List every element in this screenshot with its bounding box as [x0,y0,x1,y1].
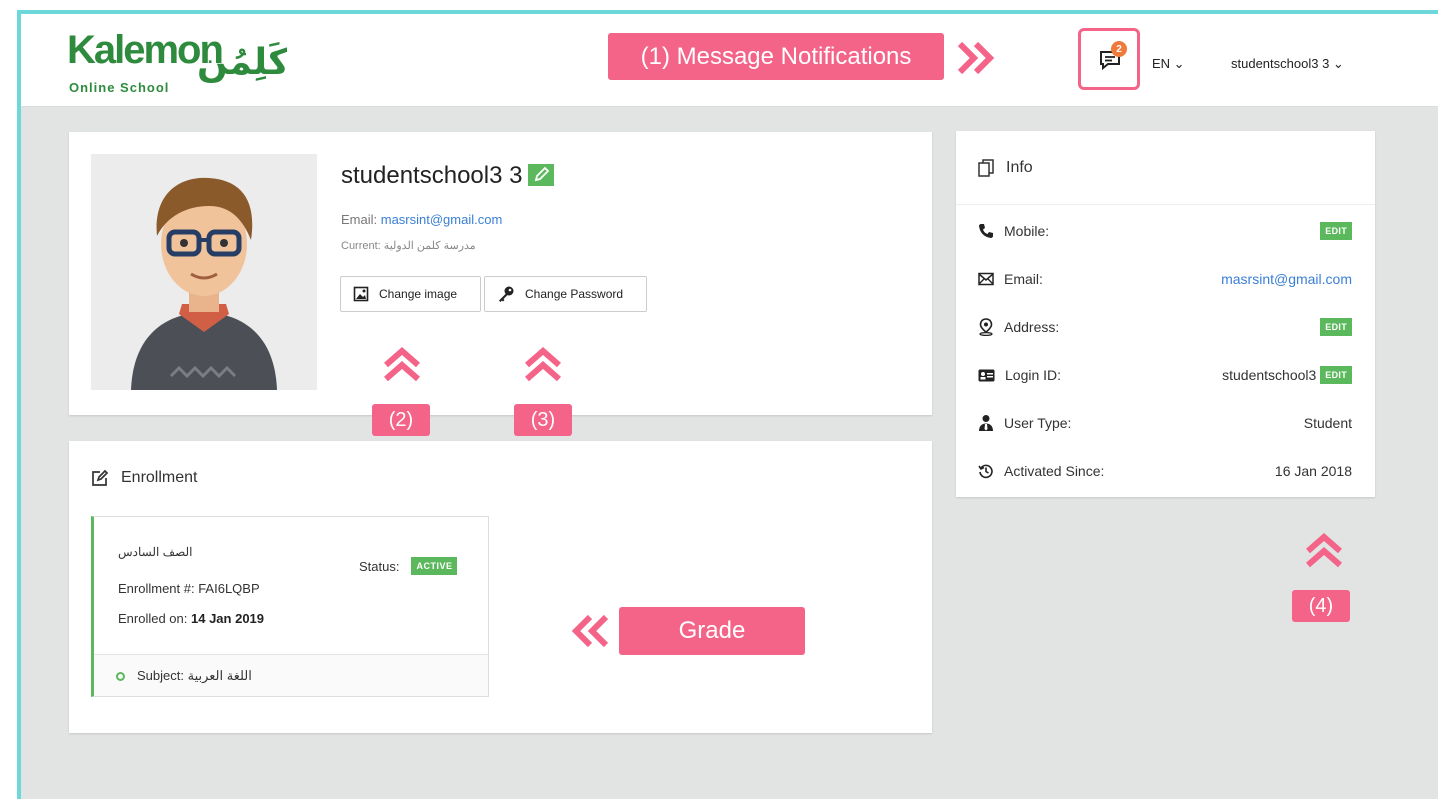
enrollment-card: Enrollment الصف السادس Status: ACTIVE En… [69,441,932,733]
info-row-activated-since: Activated Since: 16 Jan 2018 [978,460,1352,482]
user-menu-dropdown[interactable]: studentschool3 3 ⌄ [1231,56,1344,72]
address-label: Address: [1004,319,1060,335]
image-icon [353,286,369,302]
enrollment-item[interactable]: الصف السادس Status: ACTIVE Enrollment #:… [91,516,489,697]
logo-arabic-mark: كَلِمُن [197,41,287,83]
activated-since-label: Activated Since: [1004,463,1105,479]
info-row-user-type: User Type: Student [978,412,1352,434]
enrolled-date-value: 14 Jan 2019 [191,611,265,626]
info-row-email: Email: masrsint@gmail.com [978,268,1352,290]
enrollment-date: Enrolled on: 14 Jan 2019 [118,611,264,626]
chevrons-right-icon [957,41,995,75]
annotation-change-password: (3) [514,404,572,436]
profile-username: studentschool3 3 [341,162,555,190]
subject-dot-icon [116,671,125,681]
annotation-message-notifications: (1) Message Notifications [608,33,944,80]
annotation-change-image: (2) [372,404,430,436]
activated-since-value: 16 Jan 2018 [1274,463,1352,479]
change-password-label: Change Password [525,287,624,301]
enrollment-grade: الصف السادس [118,545,193,559]
svg-text:كَلِمُن: كَلِمُن [197,41,287,83]
profile-card: studentschool3 3 Email: masrsint@gmail.c… [69,132,932,415]
info-title: Info [1006,159,1033,176]
enrollment-header: Enrollment [91,469,197,487]
chevrons-up-icon [1306,533,1342,568]
kalemon-logo[interactable]: Kalemon Online School كَلِمُن [67,24,297,100]
annotation-grade: Grade [619,607,805,655]
profile-name-text: studentschool3 3 [341,162,523,189]
info-title-row: Info [978,159,1033,177]
info-card: Info Mobile: EDIT Email: masrsint@gmail.… [956,131,1375,497]
annotation-info: (4) [1292,590,1350,622]
change-password-button[interactable]: Change Password [484,276,647,312]
enrollment-footer: Subject: اللغة العربية [94,654,488,696]
enrollment-subject[interactable]: Subject: اللغة العربية [116,668,252,684]
user-type-value: Student [1303,415,1352,431]
logo-subtitle: Online School [69,80,170,95]
enrolled-label: Enrolled on: [118,611,191,626]
edit-square-icon [92,469,109,486]
avatar-illustration [91,154,317,390]
email-info-link[interactable]: masrsint@gmail.com [1221,271,1352,287]
info-row-login-id: Login ID: studentschool3 EDIT [978,364,1352,386]
email-info-label: Email: [1004,271,1043,287]
login-id-value: studentschool3 [1222,367,1317,383]
avatar [91,154,317,390]
chevrons-up-icon [384,347,420,382]
phone-icon [979,224,993,238]
app-frame: Kalemon Online School كَلِمُن 2 EN ⌄ stu… [17,10,1438,799]
profile-email-line: Email: masrsint@gmail.com [341,212,502,227]
language-selector[interactable]: EN ⌄ [1152,56,1185,72]
pencil-icon [535,166,550,181]
edit-name-button[interactable] [528,163,555,186]
id-card-icon [978,369,995,381]
current-school: Current: مدرسة كلمن الدولية [341,240,476,252]
user-tie-icon [979,415,993,431]
status-label: Status: [359,558,400,574]
envelope-icon [978,272,994,286]
info-header: Info [956,131,1375,205]
status-badge: ACTIVE [411,557,458,575]
edit-login-id-button[interactable]: EDIT [1320,366,1352,384]
user-type-label: User Type: [1004,415,1072,431]
chevrons-up-icon [525,347,561,382]
profile-email-link[interactable]: masrsint@gmail.com [381,212,503,227]
enrollment-title: Enrollment [121,469,198,486]
change-image-label: Change image [379,287,458,301]
edit-mobile-button[interactable]: EDIT [1320,222,1352,240]
info-row-mobile: Mobile: EDIT [978,220,1352,242]
enrollment-status: Status: ACTIVE [359,557,458,575]
email-label: Email: [341,212,381,227]
copy-icon [978,159,994,177]
notification-count-badge: 2 [1111,41,1127,57]
edit-address-button[interactable]: EDIT [1320,318,1352,336]
change-image-button[interactable]: Change image [340,276,481,312]
key-icon [499,286,514,302]
login-id-label: Login ID: [1005,367,1062,383]
message-notifications-button[interactable]: 2 [1078,28,1140,90]
enrollment-number: Enrollment #: FAI6LQBP [118,581,260,596]
chevrons-left-icon [571,614,609,648]
location-pin-icon [979,318,993,336]
mobile-label: Mobile: [1004,223,1050,239]
history-icon [978,464,993,479]
info-row-address: Address: EDIT [978,316,1352,338]
subject-text: Subject: اللغة العربية [137,668,252,683]
